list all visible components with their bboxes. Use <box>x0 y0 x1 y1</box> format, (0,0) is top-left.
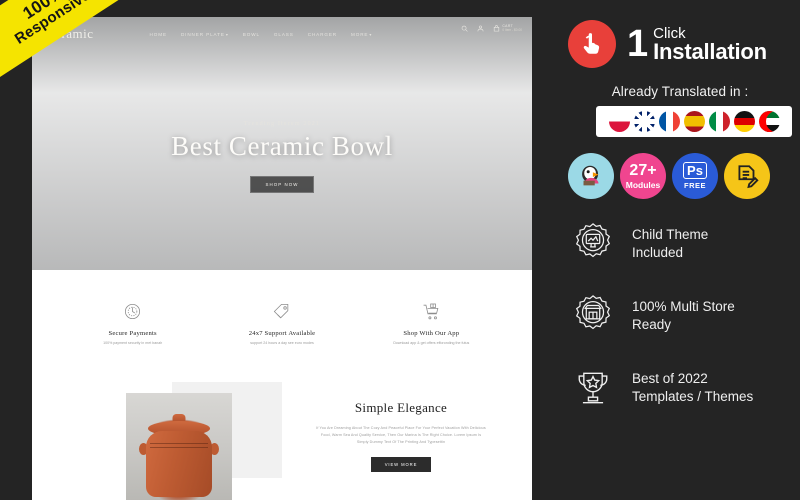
nav-label: CHARGER <box>307 31 338 37</box>
chevron-down-icon: ▾ <box>369 31 373 37</box>
photoshop-free-badge: Ps FREE <box>672 153 718 199</box>
installation-number: 1 <box>627 22 649 65</box>
service-title: 24x7 Support Available <box>248 330 316 338</box>
chevron-down-icon: ▾ <box>225 31 229 37</box>
modules-badge: 27+ Modules <box>620 153 666 199</box>
nav-label: GLASS <box>273 31 294 37</box>
cart-icon <box>494 25 500 32</box>
badge-row: 27+ Modules Ps FREE <box>568 153 800 199</box>
cart-gift-icon <box>357 299 506 323</box>
promo-panel: 1 Click Installation Already Translated … <box>560 0 800 500</box>
documentation-badge <box>724 153 770 199</box>
feature-line-2: Included <box>632 245 684 260</box>
flag-france <box>658 111 680 132</box>
nav-item-more[interactable]: MORE▾ <box>351 32 372 37</box>
feature-text: 100% Multi Store Ready <box>632 298 735 334</box>
service-desc: Download app & get offers efforonding th… <box>393 341 470 346</box>
flag-spain <box>683 111 705 132</box>
site-header: Ceramic HOME DINNER PLATE▾ BOWL GLASS CH… <box>32 17 532 51</box>
document-edit-icon <box>738 165 759 189</box>
services-strip: Secure Payments 100% payment security in… <box>32 270 532 376</box>
nav-item-charger[interactable]: CHARGER <box>308 32 337 37</box>
nav-label: MORE <box>351 31 369 37</box>
hero-title: Best Ceramic Bowl <box>171 131 393 161</box>
modules-count: 27+ <box>629 161 657 179</box>
nav-item-glass[interactable]: GLASS <box>274 32 294 37</box>
service-item-support: 24x7 Support Available support 24 hours … <box>207 299 356 347</box>
service-title: Secure Payments <box>108 330 157 338</box>
service-title: Shop With Our App <box>403 330 460 338</box>
elegance-body: If You Are Dreaming About The Cozy And P… <box>316 426 486 444</box>
feature-multi-store: 100% Multi Store Ready <box>568 291 800 341</box>
shop-now-button[interactable]: SHOP NOW <box>250 176 314 193</box>
flag-uae <box>758 111 780 132</box>
service-item-secure-payments: Secure Payments 100% payment security in… <box>58 299 207 347</box>
cart-button[interactable]: CART 0 Item - $0.00 <box>493 24 522 33</box>
feature-text: Child Theme Included <box>632 226 708 262</box>
nav-item-bowl[interactable]: BOWL <box>243 32 260 37</box>
flag-united-kingdom <box>633 111 655 132</box>
hero-content: Trending Iterem 2021 Best Ceramic Bowl S… <box>32 121 532 193</box>
hero-kicker: Trending Iterem 2021 <box>243 121 321 127</box>
feature-list: Child Theme Included 100% Multi Store Re… <box>568 219 800 413</box>
service-desc: support 24 hours a day see euro modes <box>250 341 314 346</box>
flag-italy <box>708 111 730 132</box>
header-icon-group: CART 0 Item - $0.00 <box>461 24 522 33</box>
modules-label: Modules <box>625 179 661 190</box>
nav-item-dinner-plate[interactable]: DINNER PLATE▾ <box>181 32 229 37</box>
flag-strip <box>596 106 792 137</box>
shield-clock-icon <box>58 299 207 323</box>
free-label: FREE <box>683 181 706 190</box>
one-click-installation: 1 Click Installation <box>568 20 800 68</box>
installation-big-label: Installation <box>653 38 767 64</box>
tag-icon <box>207 299 356 323</box>
service-item-shop-app: Shop With Our App Download app & get off… <box>357 299 506 347</box>
feature-line-1: 100% Multi Store <box>632 299 735 315</box>
prestashop-logo-icon <box>582 165 599 186</box>
flag-poland <box>608 111 630 132</box>
elegance-image-wrap <box>126 382 286 500</box>
nav-label: BOWL <box>242 31 260 37</box>
feature-best-of-2022: Best of 2022 Templates / Themes <box>568 363 800 413</box>
feature-text: Best of 2022 Templates / Themes <box>632 370 753 406</box>
main-nav: HOME DINNER PLATE▾ BOWL GLASS CHARGER MO… <box>150 32 373 37</box>
elegance-section: Simple Elegance If You Are Dreaming Abou… <box>32 376 532 500</box>
user-icon[interactable] <box>477 25 484 32</box>
nav-label: HOME <box>149 31 167 37</box>
feature-line-1: Best of 2022 <box>632 371 708 387</box>
flag-germany <box>733 111 755 132</box>
service-desc: 100% payment security in met banah <box>103 341 163 346</box>
elegance-title: Simple Elegance <box>354 400 448 415</box>
pot-body <box>146 431 212 497</box>
photoshop-label: Ps <box>683 162 707 179</box>
child-theme-icon <box>568 219 618 269</box>
nav-label: DINNER PLATE <box>180 31 225 37</box>
elegance-text: Simple Elegance If You Are Dreaming Abou… <box>296 400 506 472</box>
hero-banner: Ceramic HOME DINNER PLATE▾ BOWL GLASS CH… <box>32 17 532 270</box>
translated-title: Already Translated in : <box>611 84 749 99</box>
site-preview: Ceramic HOME DINNER PLATE▾ BOWL GLASS CH… <box>32 17 532 500</box>
nav-item-home[interactable]: HOME <box>150 32 167 37</box>
search-icon[interactable] <box>461 25 468 32</box>
multi-store-icon <box>568 291 618 341</box>
prestashop-badge <box>568 153 614 199</box>
view-more-button[interactable]: VIEW MORE <box>370 456 432 472</box>
trophy-icon <box>568 363 618 413</box>
cart-amount: 0 Item - $0.00 <box>502 27 522 32</box>
feature-line-1: Child Theme <box>632 227 709 243</box>
click-hand-icon <box>568 20 616 68</box>
terracotta-pot-photo <box>126 393 232 500</box>
feature-line-2: Templates / Themes <box>632 389 754 404</box>
feature-child-theme: Child Theme Included <box>568 219 800 269</box>
feature-line-2: Ready <box>632 317 672 332</box>
